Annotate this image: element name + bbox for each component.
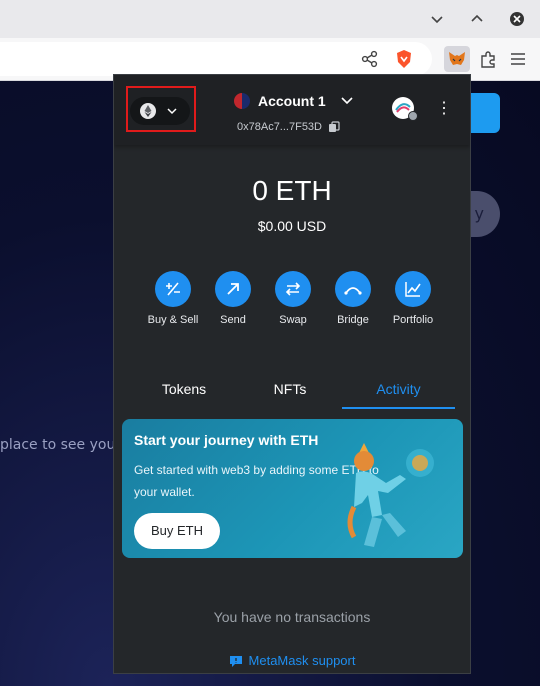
active-tab-indicator bbox=[342, 407, 455, 409]
buy-sell-button[interactable]: Buy & Sell bbox=[143, 271, 203, 326]
close-window-icon[interactable] bbox=[508, 10, 526, 28]
metamask-support-link[interactable]: MetaMask support bbox=[114, 653, 470, 668]
fox-illustration bbox=[347, 443, 434, 547]
share-icon[interactable] bbox=[360, 49, 380, 69]
swap-button[interactable]: Swap bbox=[263, 271, 323, 326]
account-picker[interactable]: Account 1 bbox=[234, 91, 354, 111]
metamask-popup: Account 1 0x78Ac7...7F53D ⋮ 0 ETH $0.00 … bbox=[113, 74, 471, 674]
usd-balance: $0.00 USD bbox=[257, 218, 327, 234]
arrow-up-right-icon bbox=[215, 271, 251, 307]
action-label: Send bbox=[220, 314, 246, 326]
copy-icon[interactable] bbox=[328, 121, 340, 133]
portfolio-button[interactable]: Portfolio bbox=[383, 271, 443, 326]
empty-activity-message: You have no transactions bbox=[213, 609, 371, 625]
plus-minus-icon bbox=[155, 271, 191, 307]
buy-eth-banner: Start your journey with ETH Get started … bbox=[122, 419, 463, 558]
support-link-text: MetaMask support bbox=[248, 653, 356, 668]
account-avatar bbox=[234, 93, 250, 109]
page-cta-button[interactable] bbox=[470, 93, 500, 133]
action-label: Portfolio bbox=[392, 314, 434, 326]
action-label: Swap bbox=[279, 314, 307, 326]
bridge-button[interactable]: Bridge bbox=[323, 271, 383, 326]
menu-hamburger-icon[interactable] bbox=[508, 49, 528, 69]
metamask-header: Account 1 0x78Ac7...7F53D ⋮ bbox=[114, 75, 470, 145]
brave-shield-icon[interactable] bbox=[394, 49, 414, 69]
extensions-puzzle-icon[interactable] bbox=[478, 49, 498, 69]
send-button[interactable]: Send bbox=[203, 271, 263, 326]
maximize-icon[interactable] bbox=[468, 10, 486, 28]
account-address: 0x78Ac7...7F53D bbox=[237, 121, 322, 133]
banner-title: Start your journey with ETH bbox=[134, 432, 319, 448]
page-body-text: place to see your bbox=[0, 437, 122, 453]
connection-status-dot bbox=[408, 111, 418, 121]
support-chat-icon bbox=[229, 655, 242, 667]
eth-balance: 0 ETH bbox=[252, 175, 332, 206]
browser-titlebar bbox=[0, 0, 540, 38]
account-address-row[interactable]: 0x78Ac7...7F53D bbox=[237, 121, 340, 133]
chart-icon bbox=[395, 271, 431, 307]
network-picker-highlight bbox=[126, 86, 196, 132]
buy-eth-button[interactable]: Buy ETH bbox=[134, 513, 220, 549]
swap-arrows-icon bbox=[275, 271, 311, 307]
bridge-icon bbox=[335, 271, 371, 307]
tab-nfts[interactable]: NFTs bbox=[250, 381, 330, 397]
metamask-extension-icon[interactable] bbox=[444, 46, 470, 72]
more-options-icon[interactable]: ⋮ bbox=[436, 97, 452, 121]
action-label: Bridge bbox=[337, 314, 369, 326]
account-name: Account 1 bbox=[258, 93, 326, 109]
tab-activity[interactable]: Activity bbox=[342, 381, 455, 397]
action-label: Buy & Sell bbox=[147, 314, 199, 326]
chevron-down-icon bbox=[341, 97, 353, 105]
tab-tokens[interactable]: Tokens bbox=[142, 381, 226, 397]
minimize-icon[interactable] bbox=[428, 10, 446, 28]
